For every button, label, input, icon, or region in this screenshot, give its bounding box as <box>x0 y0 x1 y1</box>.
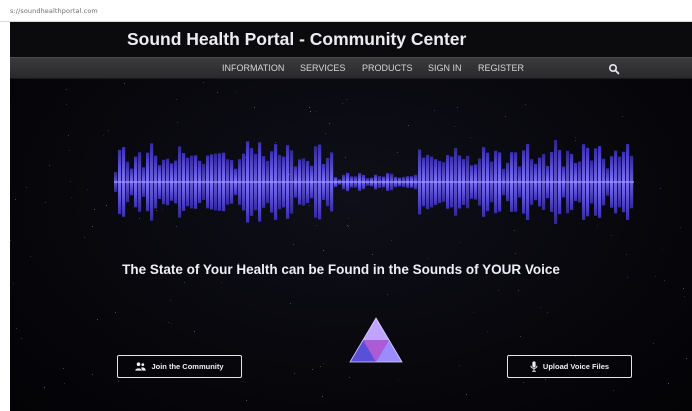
triangle-logo <box>349 317 403 363</box>
microphone-icon <box>530 361 538 372</box>
browser-address-bar[interactable]: s://soundhealthportal.com <box>0 0 692 22</box>
upload-voice-files-label: Upload Voice Files <box>542 362 610 371</box>
nav-services[interactable]: SERVICES <box>300 63 345 73</box>
nav-products[interactable]: PRODUCTS <box>362 63 413 73</box>
search-icon[interactable] <box>608 63 620 75</box>
join-community-label: Join the Community <box>151 362 224 371</box>
nav-sign-in[interactable]: SIGN IN <box>428 63 462 73</box>
nav-information[interactable]: INFORMATION <box>222 63 284 73</box>
url-text: s://soundhealthportal.com <box>10 7 98 15</box>
hero-tagline: The State of Your Health can be Found in… <box>122 262 560 277</box>
users-icon <box>135 362 147 371</box>
upload-voice-files-button[interactable]: Upload Voice Files <box>507 355 632 378</box>
main-navigation: INFORMATION SERVICES PRODUCTS SIGN IN RE… <box>10 57 692 79</box>
website: Sound Health Portal - Community Center I… <box>10 22 692 411</box>
join-community-button[interactable]: Join the Community <box>117 355 242 378</box>
nav-register[interactable]: REGISTER <box>478 63 524 73</box>
voice-waveform-graphic <box>114 140 634 224</box>
site-title: Sound Health Portal - Community Center <box>127 29 467 49</box>
site-header: Sound Health Portal - Community Center <box>10 22 692 57</box>
